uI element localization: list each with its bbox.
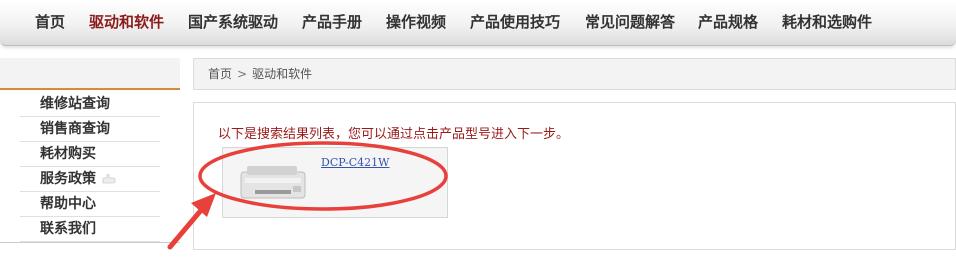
sidebar-item-contact-us[interactable]: 联系我们 — [20, 217, 160, 242]
breadcrumb-home-link[interactable]: 首页 — [208, 67, 232, 81]
sidebar-header — [0, 58, 180, 90]
nav-item-drivers-software[interactable]: 驱动和软件 — [89, 0, 164, 44]
top-nav-bar: 首页 驱动和软件 国产系统驱动 产品手册 操作视频 产品使用技巧 常见问题解答 … — [0, 0, 956, 46]
sidebar-item-buy-consumables[interactable]: 耗材购买 — [20, 142, 160, 167]
search-results-panel: 以下是搜索结果列表，您可以通过点击产品型号进入下一步。 DCP-C421W — [193, 102, 956, 250]
sidebar-item-service-policy[interactable]: 服务政策 — [20, 167, 160, 192]
hand-pointer-icon — [102, 174, 116, 184]
sidebar-item-label: 帮助中心 — [40, 196, 96, 212]
nav-item-home[interactable]: 首页 — [35, 0, 65, 44]
nav-item-operation-videos[interactable]: 操作视频 — [386, 0, 446, 44]
nav-item-product-manuals[interactable]: 产品手册 — [302, 0, 362, 44]
sidebar-item-label: 维修站查询 — [40, 96, 110, 112]
product-card[interactable]: DCP-C421W — [222, 147, 448, 218]
sidebar-item-label: 耗材购买 — [40, 146, 96, 162]
sidebar-item-label: 销售商查询 — [40, 121, 110, 137]
nav-item-usage-tips[interactable]: 产品使用技巧 — [470, 0, 560, 44]
product-model-link[interactable]: DCP-C421W — [321, 156, 389, 169]
sidebar-item-repair-stations[interactable]: 维修站查询 — [20, 92, 160, 117]
breadcrumb-separator: > — [237, 67, 248, 81]
sidebar-item-dealers[interactable]: 销售商查询 — [20, 117, 160, 142]
breadcrumb: 首页 > 驱动和软件 — [193, 58, 956, 90]
sidebar-menu: 维修站查询 销售商查询 耗材购买 服务政策 帮助中心 联系我们 — [20, 92, 160, 242]
sidebar-item-help-center[interactable]: 帮助中心 — [20, 192, 160, 217]
nav-item-faq[interactable]: 常见问题解答 — [585, 0, 675, 44]
sidebar-item-label: 服务政策 — [40, 171, 96, 187]
printer-icon[interactable] — [237, 162, 311, 202]
sidebar-divider — [0, 242, 180, 243]
search-results-message: 以下是搜索结果列表，您可以通过点击产品型号进入下一步。 — [218, 127, 570, 142]
breadcrumb-current: 驱动和软件 — [252, 67, 313, 81]
nav-item-specifications[interactable]: 产品规格 — [698, 0, 758, 44]
nav-item-consumables-options[interactable]: 耗材和选购件 — [782, 0, 872, 44]
sidebar-item-label: 联系我们 — [40, 221, 96, 237]
nav-item-domestic-os-drivers[interactable]: 国产系统驱动 — [188, 0, 278, 44]
